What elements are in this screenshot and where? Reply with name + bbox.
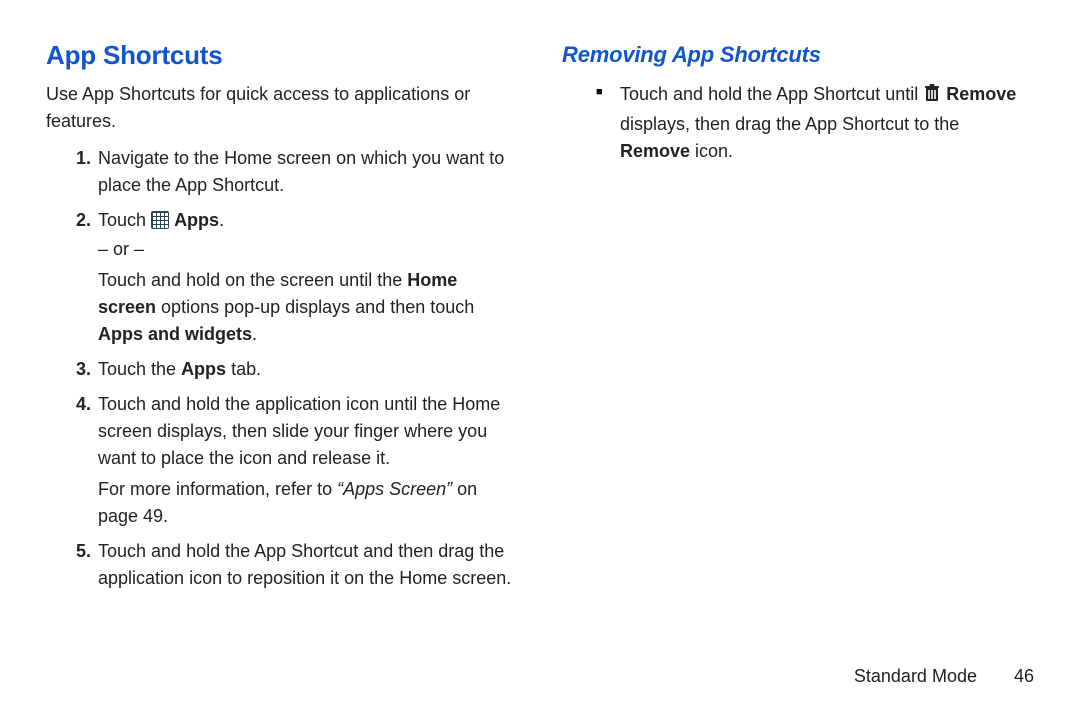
trash-icon — [923, 83, 941, 111]
remove-bullet-1: Touch and hold the App Shortcut until Re… — [596, 81, 1034, 165]
steps-list: Navigate to the Home screen on which you… — [46, 145, 518, 592]
step-4: Touch and hold the application icon unti… — [96, 391, 518, 530]
step-2: Touch Apps. – or – Touch and hold on the… — [96, 207, 518, 348]
step-4-ref-italic: “Apps Screen” — [337, 479, 452, 499]
remove-bullets: Touch and hold the App Shortcut until Re… — [562, 81, 1034, 165]
page-footer: Standard Mode 46 — [46, 663, 1034, 690]
step-1-text: Navigate to the Home screen on which you… — [98, 148, 504, 195]
subsection-heading: Removing App Shortcuts — [562, 38, 1034, 71]
apps-grid-icon — [151, 211, 169, 229]
step-2b-post: . — [252, 324, 257, 344]
remove-b1-bold2: Remove — [620, 141, 690, 161]
step-2b-apps-widgets: Apps and widgets — [98, 324, 252, 344]
step-3: Touch the Apps tab. — [96, 356, 518, 383]
step-2b-pre: Touch and hold on the screen until the — [98, 270, 407, 290]
remove-b1-mid: displays, then drag the App Shortcut to … — [620, 114, 959, 134]
step-2b-mid: options pop-up displays and then touch — [156, 297, 474, 317]
step-4-ref: For more information, refer to “Apps Scr… — [98, 476, 518, 530]
step-2b: Touch and hold on the screen until the H… — [98, 267, 518, 348]
footer-page-number: 46 — [1006, 663, 1034, 690]
step-2-or: – or – — [98, 236, 518, 263]
left-column: App Shortcuts Use App Shortcuts for quic… — [46, 36, 518, 663]
step-4-ref-pre: For more information, refer to — [98, 479, 337, 499]
remove-b1-pre: Touch and hold the App Shortcut until — [620, 84, 923, 104]
two-column-layout: App Shortcuts Use App Shortcuts for quic… — [46, 36, 1034, 663]
step-2-apps-bold: Apps — [174, 210, 219, 230]
step-2-post: . — [219, 210, 224, 230]
right-column: Removing App Shortcuts Touch and hold th… — [562, 36, 1034, 663]
section-heading: App Shortcuts — [46, 36, 518, 75]
step-5: Touch and hold the App Shortcut and then… — [96, 538, 518, 592]
manual-page: App Shortcuts Use App Shortcuts for quic… — [0, 0, 1080, 720]
step-3-post: tab. — [226, 359, 261, 379]
intro-text: Use App Shortcuts for quick access to ap… — [46, 81, 518, 135]
step-3-pre: Touch the — [98, 359, 181, 379]
step-1: Navigate to the Home screen on which you… — [96, 145, 518, 199]
footer-section: Standard Mode — [854, 666, 977, 686]
step-5-text: Touch and hold the App Shortcut and then… — [98, 541, 511, 588]
step-2-pre: Touch — [98, 210, 151, 230]
step-4-text: Touch and hold the application icon unti… — [98, 394, 500, 468]
remove-b1-bold1: Remove — [946, 84, 1016, 104]
remove-b1-post: icon. — [690, 141, 733, 161]
step-3-apps-bold: Apps — [181, 359, 226, 379]
